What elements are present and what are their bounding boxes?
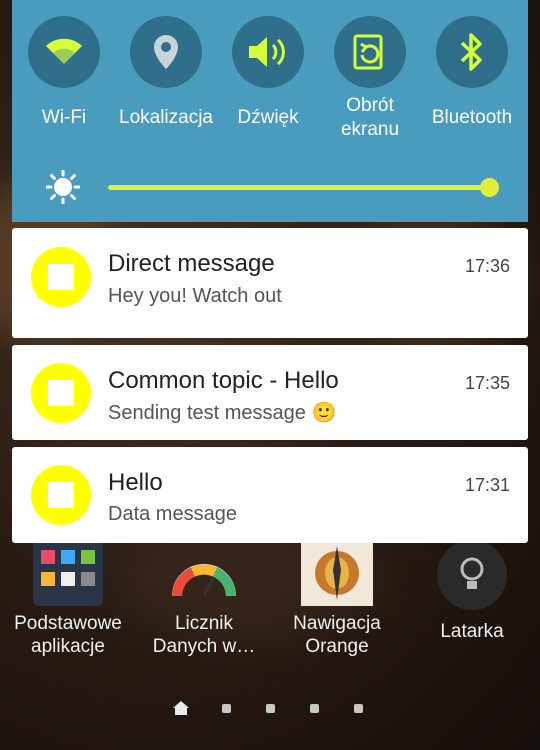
page-indicator (0, 700, 540, 716)
app-licznik-danych[interactable]: Licznik Danych w… (140, 546, 268, 658)
notification-avatar (31, 465, 91, 525)
tile-bluetooth-circle[interactable] (436, 16, 508, 88)
app-latarka[interactable]: Latarka (410, 540, 534, 643)
tile-label: Bluetooth (431, 107, 513, 128)
tile-sound-circle[interactable] (232, 16, 304, 88)
tile-rotate-circle[interactable] (334, 16, 406, 88)
tile-label: Lokalizacja (119, 107, 213, 128)
notification-text: Data message (108, 503, 237, 525)
tile-bluetooth[interactable]: Bluetooth (422, 16, 522, 130)
notification-card[interactable]: Common topic - Hello Sending test messag… (12, 345, 528, 440)
notification-avatar (31, 363, 91, 423)
brightness-icon[interactable] (46, 170, 80, 204)
notification-text: Sending test message 🙂 (108, 402, 337, 424)
notification-avatar (31, 247, 91, 307)
tile-wifi[interactable]: Wi-Fi (14, 16, 114, 130)
app-nawigacja-orange[interactable]: Nawigacja Orange (272, 540, 402, 658)
rotate-screen-icon (353, 34, 383, 70)
location-icon (154, 35, 178, 69)
bluetooth-icon (460, 33, 482, 71)
page-dot[interactable] (354, 704, 363, 713)
notification-time: 17:36 (464, 256, 510, 276)
tile-sound[interactable]: Dźwięk (218, 16, 318, 130)
wifi-icon (46, 38, 82, 64)
notification-text: Hey you! Watch out (108, 285, 282, 307)
app-name: Podstawowe aplikacje (14, 613, 122, 657)
notification-card[interactable]: Direct message Hey you! Watch out 17:36 (12, 228, 528, 338)
app-podstawowe-aplikacje[interactable]: Podstawowe aplikacje (4, 540, 132, 658)
notification-time: 17:31 (464, 475, 510, 495)
page-dot[interactable] (310, 704, 319, 713)
notification-title: Common topic - Hello (108, 367, 339, 394)
notification-time: 17:35 (464, 373, 510, 393)
gauge-icon (169, 546, 239, 606)
tile-label: Dźwięk (237, 107, 299, 128)
notification-card[interactable]: Hello Data message 17:31 (12, 447, 528, 543)
tile-rotate-screen[interactable]: Obrót ekranu (320, 16, 420, 142)
app-name: Latarka (440, 621, 504, 642)
tile-label: Obrót ekranu (340, 95, 400, 140)
page-dot[interactable] (222, 704, 231, 713)
folder-icon (33, 540, 103, 606)
notification-title: Direct message (108, 250, 275, 277)
flashlight-icon (437, 540, 507, 610)
app-name: Nawigacja Orange (293, 613, 381, 657)
home-page-icon (173, 701, 189, 715)
brightness-slider-track[interactable] (108, 185, 490, 190)
tile-location[interactable]: Lokalizacja (116, 16, 216, 130)
app-name: Licznik Danych w… (152, 613, 256, 657)
brightness-slider-thumb[interactable] (480, 178, 499, 197)
tile-label: Wi-Fi (41, 107, 87, 128)
tile-location-circle[interactable] (130, 16, 202, 88)
navigation-icon (301, 540, 373, 606)
page-dot[interactable] (266, 704, 275, 713)
notification-title: Hello (108, 469, 163, 496)
sound-icon (249, 37, 285, 67)
tile-wifi-circle[interactable] (28, 16, 100, 88)
